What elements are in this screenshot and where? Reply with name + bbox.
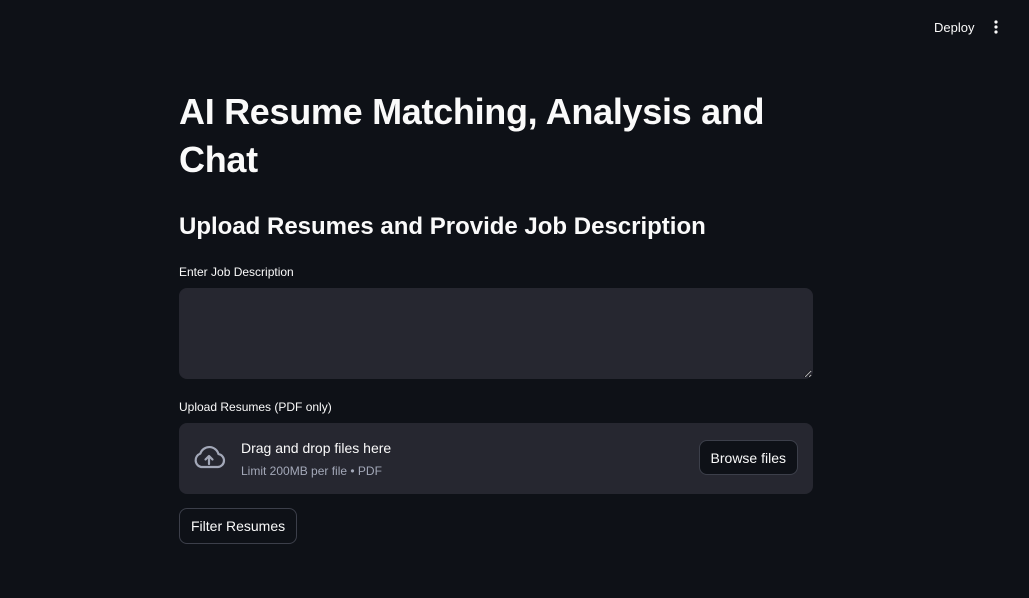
job-description-label: Enter Job Description [179, 265, 294, 279]
deploy-button[interactable]: Deploy [928, 17, 980, 39]
main-content: AI Resume Matching, Analysis and Chat Up… [179, 88, 813, 544]
page-title: AI Resume Matching, Analysis and Chat [179, 91, 765, 180]
kebab-menu-icon[interactable] [985, 16, 1007, 38]
browse-files-button[interactable]: Browse files [698, 440, 798, 475]
section-heading: Upload Resumes and Provide Job Descripti… [179, 213, 706, 240]
top-toolbar: Deploy [0, 0, 1029, 56]
cloud-upload-icon [194, 445, 226, 469]
dropzone-title: Drag and drop files here [241, 440, 392, 456]
upload-resumes-label: Upload Resumes (PDF only) [179, 400, 332, 414]
dropzone-limit-text: Limit 200MB per file • PDF [241, 464, 382, 478]
file-dropzone[interactable]: Drag and drop files here Limit 200MB per… [179, 423, 813, 494]
job-description-input[interactable] [179, 288, 813, 379]
filter-resumes-button[interactable]: Filter Resumes [179, 508, 298, 544]
